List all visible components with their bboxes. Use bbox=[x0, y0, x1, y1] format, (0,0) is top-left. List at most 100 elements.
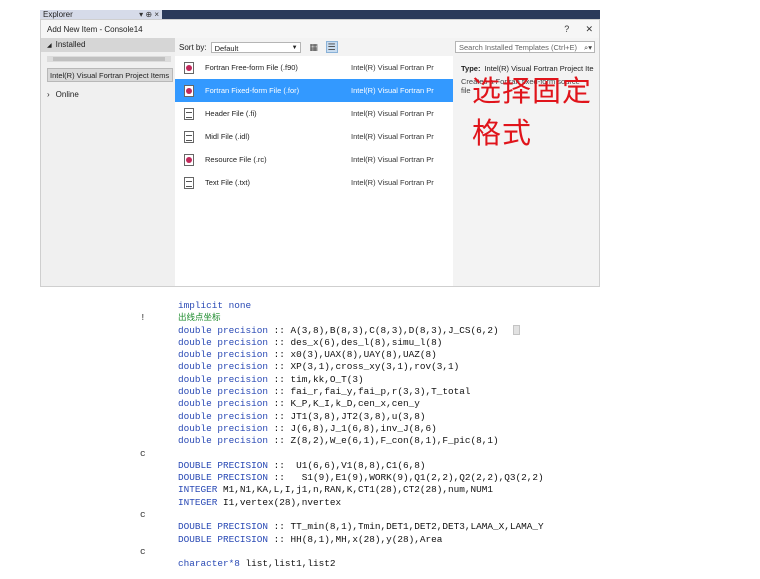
template-category: Intel(R) Visual Fortran Pr bbox=[351, 86, 434, 95]
code-line[interactable]: character*8 list,list1,list2 bbox=[140, 558, 580, 570]
code-line[interactable]: double precision :: XP(3,1),cross_xy(3,1… bbox=[140, 361, 580, 373]
code-line[interactable]: DOUBLE PRECISION :: U1(6,6),V1(8,8),C1(6… bbox=[140, 460, 580, 472]
template-row[interactable]: Header File (.fi) Intel(R) Visual Fortra… bbox=[175, 102, 453, 125]
code-line[interactable]: INTEGER I1,vertex(28),nvertex bbox=[140, 497, 580, 509]
code-text: double precision :: A(3,8),B(8,3),C(8,3)… bbox=[178, 324, 499, 336]
code-line[interactable]: double precision :: x0(3),UAX(8),UAY(8),… bbox=[140, 349, 580, 361]
search-input[interactable]: Search Installed Templates (Ctrl+E) ⌕▾ bbox=[455, 41, 595, 53]
text-file-icon bbox=[184, 176, 194, 189]
annotation-text: 选择固定格式 bbox=[472, 74, 593, 150]
code-text: double precision :: des_x(6),des_l(8),si… bbox=[178, 336, 443, 348]
code-editor[interactable]: implicit none! 出线点坐标 double precision :: A… bbox=[140, 300, 580, 571]
code-line[interactable]: DOUBLE PRECISION :: S1(9),E1(9),WORK(9),… bbox=[140, 472, 580, 484]
template-category: Intel(R) Visual Fortran Pr bbox=[351, 178, 434, 187]
midl-file-icon bbox=[184, 130, 194, 143]
tree-item-online-label: Online bbox=[55, 90, 79, 99]
template-name: Midl File (.idl) bbox=[205, 132, 250, 141]
template-category: Intel(R) Visual Fortran Pr bbox=[351, 109, 434, 118]
dialog-title: Add New Item - Console14 bbox=[47, 24, 143, 34]
code-line[interactable]: DOUBLE PRECISION :: TT_min(8,1),Tmin,DET… bbox=[140, 521, 580, 533]
tree-scrollbar[interactable] bbox=[47, 56, 171, 62]
search-placeholder: Search Installed Templates (Ctrl+E) bbox=[459, 43, 578, 52]
template-tree: ◢ Installed Intel(R) Visual Fortran Proje… bbox=[41, 38, 175, 286]
code-line[interactable]: double precision :: Z(8,2),W_e(6,1),F_co… bbox=[140, 435, 580, 447]
template-category: Intel(R) Visual Fortran Pr bbox=[351, 132, 434, 141]
code-gutter-mark: c bbox=[140, 447, 146, 459]
code-text: implicit none bbox=[178, 300, 252, 311]
code-text: double precision :: K_P,K_I,k_D,cen_x,ce… bbox=[178, 398, 420, 410]
explorer-tab[interactable]: Explorer ▾ ⊕ × bbox=[40, 10, 162, 19]
list-view-icon[interactable]: ☰ bbox=[325, 41, 338, 53]
code-text: double precision :: fai_r,fai_y,fai_p,r(… bbox=[178, 386, 471, 398]
code-line[interactable]: double precision :: K_P,K_I,k_D,cen_x,ce… bbox=[140, 398, 580, 410]
template-name: Resource File (.rc) bbox=[205, 155, 267, 164]
scrollbar-thumb[interactable] bbox=[53, 57, 165, 61]
template-category: Intel(R) Visual Fortran Pr bbox=[351, 63, 434, 72]
code-text: double precision :: XP(3,1),cross_xy(3,1… bbox=[178, 361, 460, 373]
fortran-file-icon bbox=[184, 61, 194, 74]
code-text: double precision :: Z(8,2),W_e(6,1),F_co… bbox=[178, 435, 499, 447]
template-name: Text File (.txt) bbox=[205, 178, 251, 187]
template-row[interactable]: Resource File (.rc) Intel(R) Visual Fort… bbox=[175, 148, 453, 171]
fortran-file-icon bbox=[184, 84, 194, 97]
code-text: 出线点坐标 bbox=[178, 313, 221, 324]
search-icon: ⌕▾ bbox=[584, 43, 592, 52]
code-line[interactable]: double precision :: JT1(3,8),JT2(3,8),u(… bbox=[140, 411, 580, 423]
code-text: DOUBLE PRECISION :: S1(9),E1(9),WORK(9),… bbox=[178, 472, 544, 484]
code-text: DOUBLE PRECISION :: HH(8,1),MH,x(28),y(2… bbox=[178, 533, 443, 545]
template-row-selected[interactable]: Fortran Fixed-form File (.for) Intel(R) … bbox=[175, 79, 453, 102]
explorer-tab-controls[interactable]: ▾ ⊕ × bbox=[139, 10, 159, 19]
code-line[interactable]: double precision :: fai_r,fai_y,fai_p,r(… bbox=[140, 386, 580, 398]
code-line[interactable]: double precision :: des_x(6),des_l(8),si… bbox=[140, 337, 580, 349]
grid-view-icon[interactable]: ▦ bbox=[309, 42, 319, 52]
code-text: INTEGER I1,vertex(28),nvertex bbox=[178, 496, 342, 508]
code-text: double precision :: x0(3),UAX(8),UAY(8),… bbox=[178, 349, 437, 361]
code-text: character*8 list,list1,list2 bbox=[178, 558, 336, 570]
tree-item-online[interactable]: › Online bbox=[41, 88, 175, 102]
template-category: Intel(R) Visual Fortran Pr bbox=[351, 155, 434, 164]
code-text: double precision :: JT1(3,8),JT2(3,8),u(… bbox=[178, 410, 426, 422]
tree-item-installed[interactable]: ◢ Installed bbox=[41, 38, 175, 52]
code-line[interactable]: ! 出线点坐标 bbox=[140, 312, 580, 324]
resource-file-icon bbox=[184, 153, 194, 166]
code-line[interactable]: double precision :: tim,kk,O_T(3) bbox=[140, 374, 580, 386]
sort-dropdown-value: Default bbox=[214, 43, 239, 53]
tree-item-fortran-project-items[interactable]: Intel(R) Visual Fortran Project Items bbox=[47, 68, 173, 82]
sort-toolbar: Sort by: Default ▼ ▦ ☰ bbox=[175, 38, 457, 56]
solution-explorer-bar: Explorer ▾ ⊕ × bbox=[40, 10, 600, 19]
editor-scroll-marker[interactable] bbox=[513, 325, 520, 335]
code-line[interactable]: DOUBLE PRECISION :: HH(8,1),MH,x(28),y(2… bbox=[140, 534, 580, 546]
header-file-icon bbox=[184, 107, 194, 120]
expand-arrow-icon: ◢ bbox=[47, 43, 52, 49]
code-gutter-mark: c bbox=[140, 509, 146, 521]
collapsed-arrow-icon: › bbox=[47, 90, 50, 99]
template-name: Fortran Fixed-form File (.for) bbox=[205, 86, 300, 95]
code-line[interactable]: c bbox=[140, 448, 580, 460]
template-name: Fortran Free-form File (.f90) bbox=[205, 63, 298, 72]
chevron-down-icon: ▼ bbox=[291, 44, 298, 51]
sort-dropdown[interactable]: Default ▼ bbox=[210, 41, 301, 53]
code-text: INTEGER M1,N1,KA,L,I,j1,n,RAN,K,CT1(28),… bbox=[178, 484, 494, 496]
code-line[interactable]: c bbox=[140, 546, 580, 558]
explorer-tab-label: Explorer bbox=[43, 10, 73, 19]
code-text: double precision :: J(6,8),J_1(6,8),inv_… bbox=[178, 422, 437, 434]
code-line[interactable]: implicit none bbox=[140, 300, 580, 312]
code-gutter-mark: c bbox=[140, 545, 146, 557]
code-line[interactable]: double precision :: J(6,8),J_1(6,8),inv_… bbox=[140, 423, 580, 435]
template-list: Fortran Free-form File (.f90) Intel(R) V… bbox=[175, 56, 453, 286]
code-text: DOUBLE PRECISION :: U1(6,6),V1(8,8),C1(6… bbox=[178, 459, 426, 471]
sort-label: Sort by: bbox=[179, 42, 207, 52]
code-text: double precision :: tim,kk,O_T(3) bbox=[178, 373, 364, 385]
template-row[interactable]: Text File (.txt) Intel(R) Visual Fortran… bbox=[175, 171, 453, 194]
close-button[interactable]: ✕ bbox=[585, 24, 593, 34]
tree-item-installed-label: Installed bbox=[55, 40, 86, 49]
code-line[interactable]: INTEGER M1,N1,KA,L,I,j1,n,RAN,K,CT1(28),… bbox=[140, 484, 580, 496]
template-name: Header File (.fi) bbox=[205, 109, 257, 118]
code-gutter-mark: ! bbox=[140, 312, 146, 324]
code-text: DOUBLE PRECISION :: TT_min(8,1),Tmin,DET… bbox=[178, 521, 544, 533]
help-button[interactable]: ? bbox=[564, 24, 569, 34]
template-row[interactable]: Midl File (.idl) Intel(R) Visual Fortran… bbox=[175, 125, 453, 148]
template-row[interactable]: Fortran Free-form File (.f90) Intel(R) V… bbox=[175, 56, 453, 79]
code-line[interactable]: c bbox=[140, 509, 580, 521]
dialog-titlebar: Add New Item - Console14 ? ✕ bbox=[41, 20, 599, 38]
